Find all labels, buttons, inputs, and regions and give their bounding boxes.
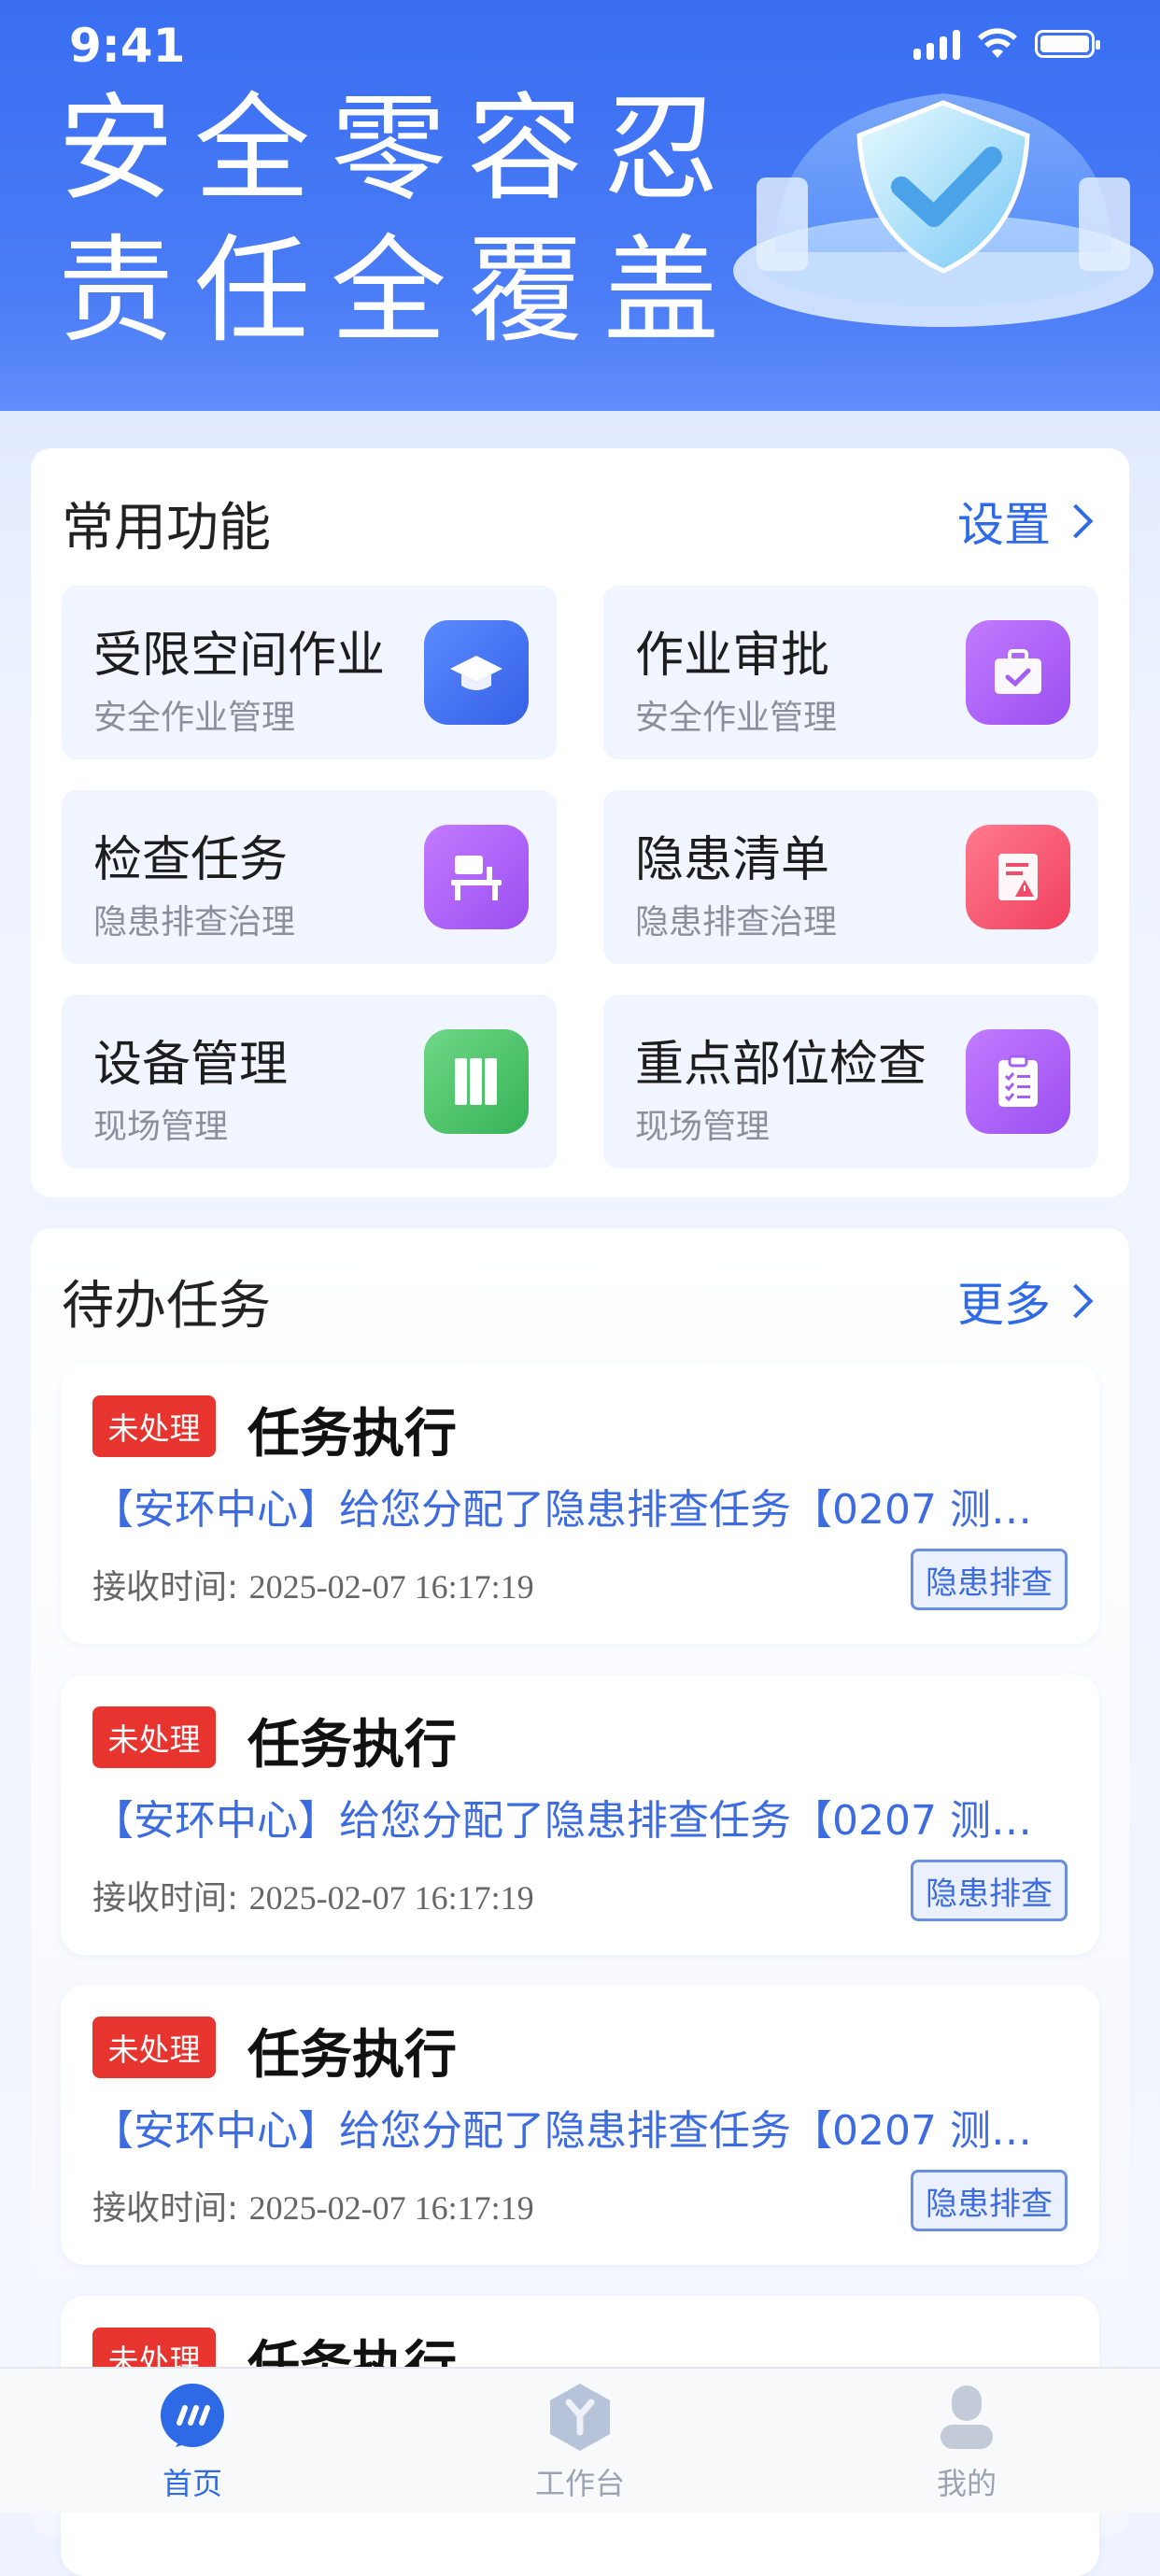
- task-item[interactable]: 未处理 任务执行 【安环中心】给您分配了隐患排查任务【0207 测… 接收时间:…: [61, 1675, 1099, 1955]
- tile-subtitle: 隐患排查治理: [93, 903, 296, 941]
- tab-mine[interactable]: 我的: [855, 2382, 1079, 2503]
- status-time: 9:41: [69, 19, 186, 73]
- task-category-tag: 隐患排查: [911, 1860, 1068, 1921]
- task-item[interactable]: 未处理 任务执行 【安环中心】给您分配了隐患排查任务【0207 测… 接收时间:…: [61, 1364, 1099, 1644]
- graduation-cap-icon: [424, 620, 529, 725]
- function-tile-key-area-inspection[interactable]: 重点部位检查 现场管理: [603, 995, 1098, 1168]
- warning-document-icon: [966, 825, 1070, 929]
- task-received-time: 接收时间: 2025-02-07 16:17:19: [92, 1871, 534, 1919]
- tab-home[interactable]: 首页: [80, 2382, 304, 2503]
- section-title-functions: 常用功能: [62, 498, 271, 559]
- task-title: 任务执行: [248, 2025, 457, 2086]
- task-description: 【安环中心】给您分配了隐患排查任务【0207 测…: [92, 2107, 1032, 2155]
- settings-link[interactable]: 设置: [957, 488, 1094, 555]
- hexagon-y-icon: [545, 2382, 615, 2453]
- time-label: 接收时间:: [92, 1879, 239, 1918]
- function-tile-equipment[interactable]: 设备管理 现场管理: [62, 995, 557, 1168]
- tile-subtitle: 隐患排查治理: [635, 903, 838, 941]
- time-value: 2025-02-07 16:17:19: [248, 2189, 534, 2227]
- task-category-tag: 隐患排查: [911, 2170, 1068, 2231]
- tab-label: 工作台: [534, 2466, 625, 2501]
- task-category-tag: 隐患排查: [911, 1549, 1068, 1610]
- settings-label: 设置: [957, 498, 1051, 552]
- clipboard-checklist-icon: [966, 1029, 1070, 1134]
- tab-label: 我的: [936, 2466, 997, 2501]
- tile-title: 设备管理: [93, 1037, 289, 1093]
- function-tile-inspection-task[interactable]: 检查任务 隐患排查治理: [62, 790, 557, 964]
- binders-icon: [424, 1029, 529, 1134]
- todo-tasks-card: 待办任务 更多 未处理 任务执行 【安环中心】给您分配了隐患排查任务【0207 …: [31, 1228, 1129, 2576]
- chevron-right-icon: [1058, 1283, 1094, 1319]
- function-tile-work-approval[interactable]: 作业审批 安全作业管理: [603, 586, 1098, 759]
- status-badge: 未处理: [92, 1395, 216, 1457]
- status-badge: 未处理: [92, 2017, 216, 2078]
- tile-title: 检查任务: [93, 832, 289, 888]
- time-value: 2025-02-07 16:17:19: [248, 1568, 534, 1606]
- tile-title: 隐患清单: [635, 832, 830, 888]
- time-label: 接收时间:: [92, 1568, 239, 1606]
- tab-label: 首页: [162, 2466, 222, 2501]
- task-description: 【安环中心】给您分配了隐患排查任务【0207 测…: [92, 1797, 1032, 1845]
- more-link[interactable]: 更多: [957, 1267, 1094, 1335]
- task-received-time: 接收时间: 2025-02-07 16:17:19: [92, 1560, 534, 1608]
- tile-subtitle: 现场管理: [635, 1108, 771, 1146]
- tile-title: 作业审批: [635, 628, 830, 684]
- tab-workbench[interactable]: 工作台: [468, 2382, 692, 2503]
- function-tile-confined-space[interactable]: 受限空间作业 安全作业管理: [62, 586, 557, 759]
- status-badge: 未处理: [92, 1706, 216, 1768]
- more-label: 更多: [957, 1278, 1051, 1332]
- tile-title: 重点部位检查: [635, 1037, 927, 1093]
- hero-slogan-line1: 安全零容忍: [58, 82, 741, 217]
- chevron-right-icon: [1058, 503, 1094, 539]
- time-label: 接收时间:: [92, 2189, 239, 2228]
- task-title: 任务执行: [248, 1404, 457, 1465]
- tile-subtitle: 安全作业管理: [93, 699, 296, 737]
- shield-illustration-icon: [733, 93, 1153, 327]
- section-title-todo: 待办任务: [62, 1276, 271, 1337]
- user-icon: [931, 2382, 1002, 2453]
- task-title: 任务执行: [248, 1715, 457, 1776]
- briefcase-check-icon: [966, 620, 1070, 725]
- tile-subtitle: 安全作业管理: [635, 699, 838, 737]
- task-item[interactable]: 未处理 任务执行 【安环中心】给您分配了隐患排查任务【0207 测… 接收时间:…: [61, 1985, 1099, 2265]
- function-tile-hazard-list[interactable]: 隐患清单 隐患排查治理: [603, 790, 1098, 964]
- task-received-time: 接收时间: 2025-02-07 16:17:19: [92, 2181, 534, 2229]
- hero-slogan-line2: 责任全覆盖: [58, 224, 741, 359]
- task-description: 【安环中心】给您分配了隐患排查任务【0207 测…: [92, 1486, 1032, 1534]
- tile-subtitle: 现场管理: [93, 1108, 229, 1146]
- tile-title: 受限空间作业: [93, 628, 386, 684]
- workstation-icon: [424, 825, 529, 929]
- common-functions-card: 常用功能 设置 受限空间作业 安全作业管理 作业审批 安全作业管理 检查任务 隐…: [31, 448, 1129, 1197]
- chat-bubble-icon: [157, 2382, 228, 2453]
- time-value: 2025-02-07 16:17:19: [248, 1879, 534, 1917]
- bottom-tab-bar: 首页 工作台 我的: [0, 2367, 1160, 2512]
